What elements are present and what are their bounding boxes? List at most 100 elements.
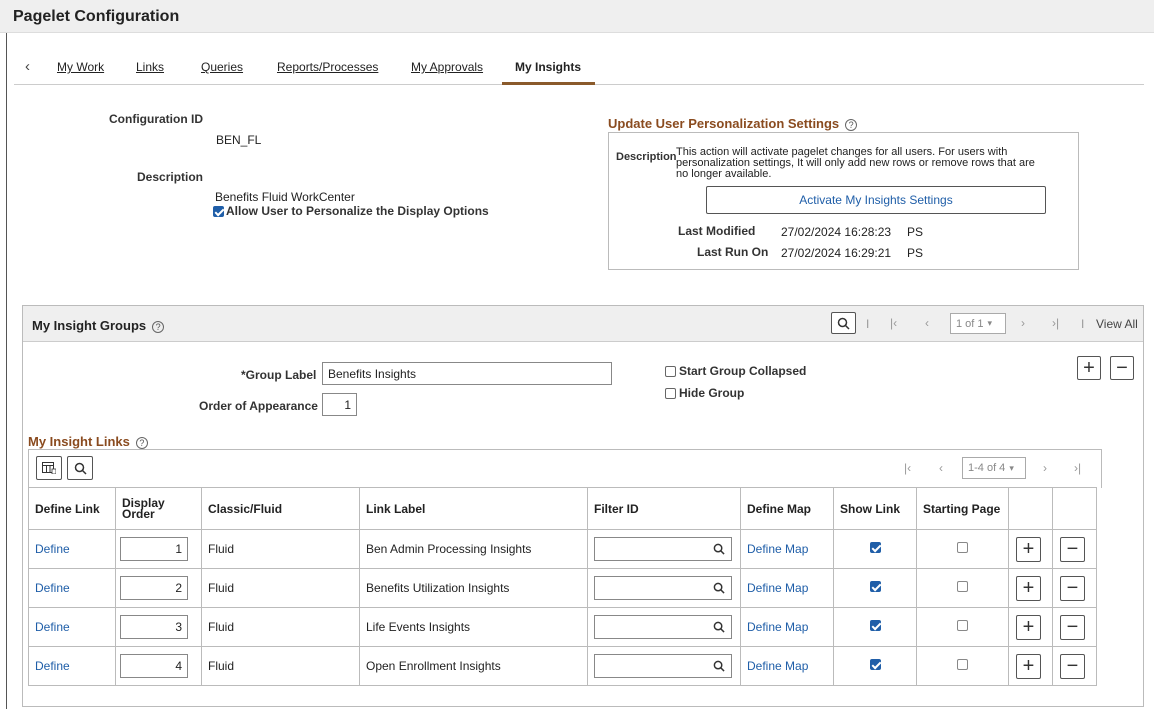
filter-id-input[interactable] xyxy=(594,576,732,600)
tab-my-insights[interactable]: My Insights xyxy=(515,60,581,74)
next-page-icon[interactable]: › xyxy=(1021,316,1025,330)
last-page-icon[interactable]: ›| xyxy=(1074,461,1081,475)
tab-links[interactable]: Links xyxy=(136,60,164,74)
tab-queries[interactable]: Queries xyxy=(201,60,243,74)
display-order-cell: 3 xyxy=(115,607,202,647)
add-row-button[interactable]: + xyxy=(1016,536,1041,562)
classic-fluid-cell: Fluid xyxy=(201,568,360,608)
filter-id-input[interactable] xyxy=(594,654,732,678)
last-modified-value: 27/02/2024 16:28:23 xyxy=(781,225,892,239)
search-icon[interactable] xyxy=(713,660,725,672)
remove-row-cell: − xyxy=(1052,568,1097,608)
plus-icon: + xyxy=(1022,576,1035,599)
show-link-checkbox[interactable] xyxy=(869,542,881,553)
groups-pager-select[interactable]: 1 of 1 ▾ xyxy=(950,313,1006,334)
start-collapsed-checkbox[interactable] xyxy=(665,365,676,377)
remove-group-button[interactable]: − xyxy=(1110,356,1134,380)
minus-icon: − xyxy=(1066,576,1079,599)
display-order-input[interactable]: 4 xyxy=(120,654,188,678)
left-border xyxy=(6,33,7,709)
help-icon[interactable]: ? xyxy=(845,118,858,131)
next-page-icon[interactable]: › xyxy=(1043,461,1047,475)
display-order-input[interactable]: 2 xyxy=(120,576,188,600)
show-link-checkbox[interactable] xyxy=(869,620,881,631)
links-pager-select[interactable]: 1-4 of 4 ▾ xyxy=(962,457,1026,479)
config-id-label: Configuration ID xyxy=(109,112,203,126)
add-row-cell: + xyxy=(1008,646,1053,686)
define-map-link[interactable]: Define Map xyxy=(747,620,808,634)
define-map-link[interactable]: Define Map xyxy=(747,542,808,556)
filter-id-input[interactable] xyxy=(594,615,732,639)
remove-row-button[interactable]: − xyxy=(1060,614,1085,640)
display-order-input[interactable]: 1 xyxy=(120,537,188,561)
table-row: Define 4 Fluid Open Enrollment Insights … xyxy=(28,646,1097,686)
title-bar: Pagelet Configuration xyxy=(0,0,1154,33)
remove-row-button[interactable]: − xyxy=(1060,575,1085,601)
show-link-cell xyxy=(833,607,917,647)
start-collapsed-option[interactable]: Start Group Collapsed xyxy=(665,364,806,378)
define-map-link[interactable]: Define Map xyxy=(747,581,808,595)
help-icon[interactable]: ? xyxy=(152,320,165,333)
update-description-label: Description xyxy=(616,151,677,163)
plus-icon: + xyxy=(1022,654,1035,677)
add-row-button[interactable]: + xyxy=(1016,575,1041,601)
hide-group-option[interactable]: Hide Group xyxy=(665,386,744,400)
add-row-button[interactable]: + xyxy=(1016,614,1041,640)
remove-row-button[interactable]: − xyxy=(1060,536,1085,562)
starting-page-cell xyxy=(916,607,1009,647)
first-page-icon[interactable]: |‹ xyxy=(904,461,911,475)
remove-row-button[interactable]: − xyxy=(1060,653,1085,679)
previous-page-icon[interactable]: ‹ xyxy=(925,316,929,330)
allow-personalize-option[interactable]: Allow User to Personalize the Display Op… xyxy=(213,204,489,218)
show-link-checkbox[interactable] xyxy=(869,659,881,670)
search-icon[interactable] xyxy=(713,582,725,594)
update-description-line3: no longer available. xyxy=(676,168,772,180)
starting-page-checkbox[interactable] xyxy=(957,620,968,631)
grid-personalize-button[interactable] xyxy=(36,456,62,480)
starting-page-checkbox[interactable] xyxy=(957,542,968,553)
search-icon[interactable] xyxy=(713,621,725,633)
tab-reports-processes[interactable]: Reports/Processes xyxy=(277,60,378,74)
previous-page-icon[interactable]: ‹ xyxy=(939,461,943,475)
last-page-icon[interactable]: ›| xyxy=(1052,316,1059,330)
chevron-left-icon[interactable]: ‹ xyxy=(25,58,30,75)
define-link[interactable]: Define xyxy=(35,581,70,595)
display-order-cell: 2 xyxy=(115,568,202,608)
tab-my-work[interactable]: My Work xyxy=(57,60,104,74)
last-run-label: Last Run On xyxy=(697,245,769,259)
minus-icon: − xyxy=(1066,654,1079,677)
define-map-link[interactable]: Define Map xyxy=(747,659,808,673)
page-title: Pagelet Configuration xyxy=(13,8,180,25)
add-group-button[interactable]: + xyxy=(1077,356,1101,380)
define-link-cell: Define xyxy=(28,529,116,569)
define-link[interactable]: Define xyxy=(35,620,70,634)
links-pager-value: 1-4 of 4 xyxy=(968,462,1006,474)
define-link[interactable]: Define xyxy=(35,659,70,673)
add-row-button[interactable]: + xyxy=(1016,653,1041,679)
order-of-appearance-input[interactable]: 1 xyxy=(322,393,357,416)
first-page-icon[interactable]: |‹ xyxy=(890,316,897,330)
starting-page-checkbox[interactable] xyxy=(957,659,968,670)
display-order-input[interactable]: 3 xyxy=(120,615,188,639)
search-icon[interactable] xyxy=(713,543,725,555)
view-all-link[interactable]: View All xyxy=(1096,317,1138,331)
starting-page-checkbox[interactable] xyxy=(957,581,968,592)
define-map-cell: Define Map xyxy=(740,529,834,569)
config-id-value: BEN_FL xyxy=(216,133,262,147)
hide-group-checkbox[interactable] xyxy=(665,387,676,399)
group-label-input[interactable]: Benefits Insights xyxy=(322,362,612,385)
search-button[interactable] xyxy=(831,312,856,334)
last-modified-label: Last Modified xyxy=(678,224,756,238)
grid-settings-icon xyxy=(42,462,56,474)
activate-settings-button[interactable]: Activate My Insights Settings xyxy=(706,186,1046,214)
tab-my-approvals[interactable]: My Approvals xyxy=(411,60,483,74)
update-description-text: This action will activate pagelet change… xyxy=(676,147,1035,180)
grid-search-button[interactable] xyxy=(67,456,93,480)
define-link[interactable]: Define xyxy=(35,542,70,556)
help-icon[interactable]: ? xyxy=(135,436,148,449)
allow-personalize-checkbox[interactable] xyxy=(213,205,224,217)
filter-id-input[interactable] xyxy=(594,537,732,561)
col-link-label: Link Label xyxy=(359,487,588,530)
minus-icon: − xyxy=(1066,537,1079,560)
show-link-checkbox[interactable] xyxy=(869,581,881,592)
